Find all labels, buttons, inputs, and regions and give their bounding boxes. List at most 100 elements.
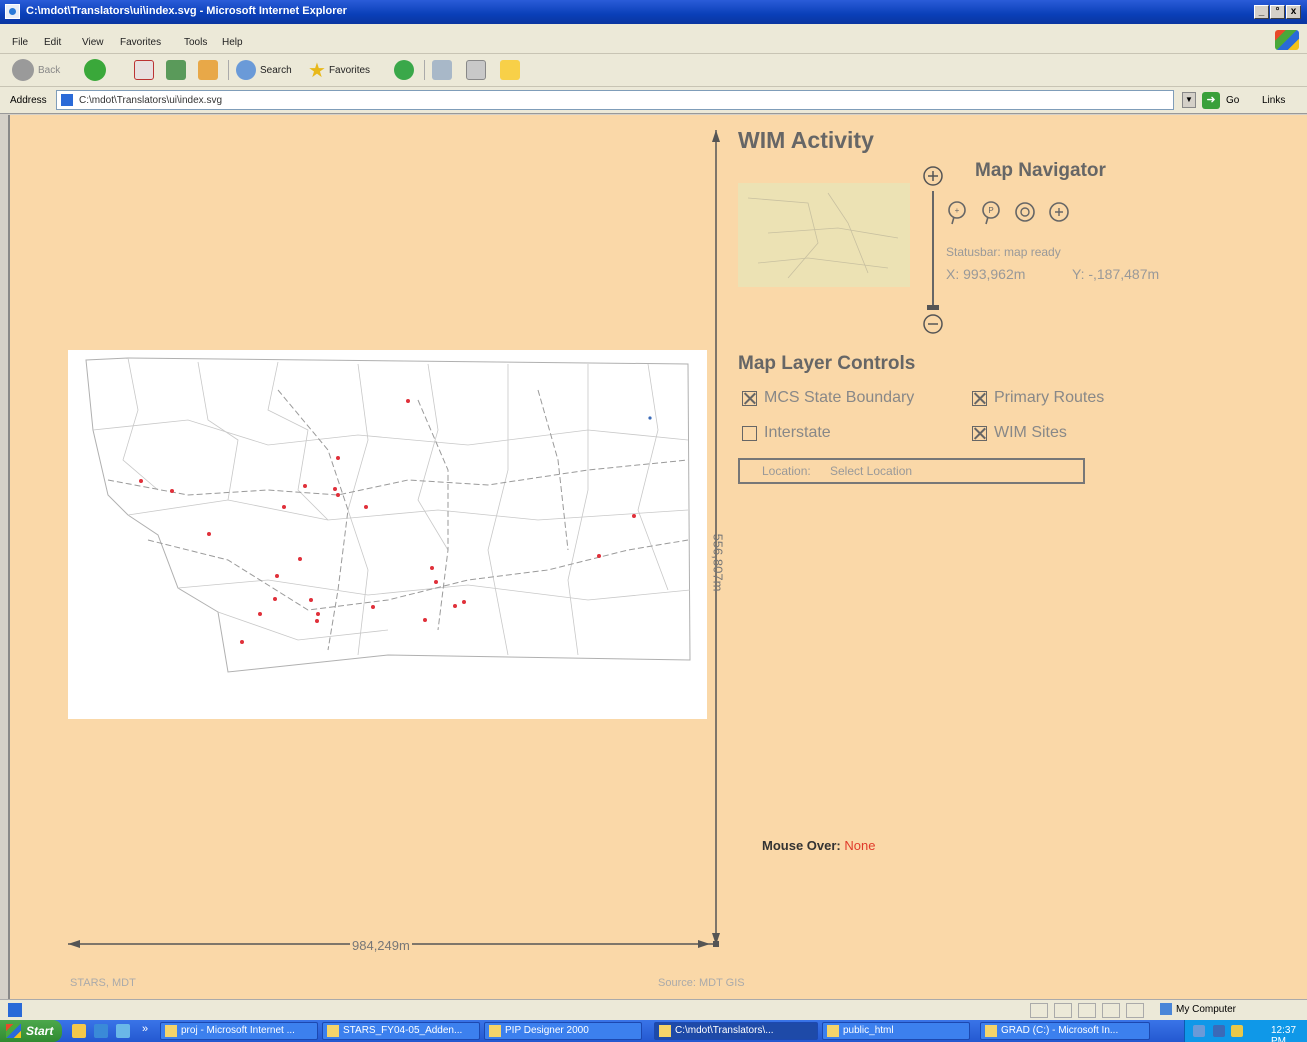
wim-site-marker[interactable] — [258, 612, 262, 616]
wim-site-marker[interactable] — [298, 557, 302, 561]
wim-site-marker[interactable] — [309, 598, 313, 602]
wim-site-marker[interactable] — [333, 487, 337, 491]
home-button[interactable] — [198, 59, 218, 81]
wim-site-marker[interactable] — [275, 574, 279, 578]
wim-sites-checkbox[interactable] — [972, 425, 987, 441]
wim-site-marker[interactable] — [336, 493, 340, 497]
print-button[interactable] — [466, 59, 486, 81]
antivirus-tray-icon[interactable] — [1213, 1025, 1225, 1037]
wim-site-marker[interactable] — [170, 489, 174, 493]
page-done-icon — [8, 1003, 22, 1017]
menu-edit[interactable]: Edit — [44, 37, 61, 48]
back-button[interactable]: Back — [12, 59, 60, 81]
wim-site-marker[interactable] — [434, 580, 438, 584]
wim-site-marker[interactable] — [462, 600, 466, 604]
wim-site-marker[interactable] — [406, 399, 410, 403]
menu-tools[interactable]: Tools — [184, 37, 207, 48]
wim-site-marker[interactable] — [207, 532, 211, 536]
menu-view[interactable]: View — [82, 37, 104, 48]
layer-mcs-state-boundary[interactable]: MCS State Boundary — [742, 389, 914, 407]
footer-credit-right: Source: MDT GIS — [658, 977, 745, 989]
clock: 12:37 PM — [1271, 1025, 1297, 1042]
recenter-tool-icon[interactable] — [1013, 200, 1037, 226]
taskbar: Start » proj - Microsoft Internet ... ST… — [0, 1020, 1307, 1042]
wim-site-marker[interactable] — [648, 416, 652, 420]
menu-favorites[interactable]: Favorites — [120, 37, 161, 48]
links-button[interactable]: Links — [1262, 95, 1285, 106]
close-button[interactable]: x — [1286, 5, 1301, 19]
wim-site-marker[interactable] — [430, 566, 434, 570]
mcs-state-boundary-checkbox[interactable] — [742, 390, 757, 406]
wim-site-marker[interactable] — [139, 479, 143, 483]
windows-logo-icon — [1275, 30, 1299, 50]
security-zone: My Computer — [1176, 1004, 1237, 1015]
address-dropdown-button[interactable]: ▼ — [1182, 92, 1196, 108]
show-desktop-icon[interactable] — [72, 1024, 86, 1038]
ie-quicklaunch-icon[interactable] — [94, 1024, 108, 1038]
wim-site-marker[interactable] — [303, 484, 307, 488]
start-button[interactable]: Start — [0, 1020, 62, 1042]
quicklaunch-more-icon[interactable]: » — [142, 1023, 148, 1035]
status-segment — [1102, 1003, 1120, 1018]
print-icon — [466, 60, 486, 80]
layer-wim-sites[interactable]: WIM Sites — [972, 424, 1067, 442]
layer-interstate[interactable]: Interstate — [742, 424, 831, 442]
wim-site-marker[interactable] — [423, 618, 427, 622]
overview-map[interactable] — [738, 183, 910, 287]
interstate-checkbox[interactable] — [742, 425, 757, 441]
back-label: Back — [38, 64, 61, 76]
taskbar-item[interactable]: PIP Designer 2000 — [484, 1022, 642, 1040]
favorites-star-icon: ★ — [308, 59, 326, 82]
map-svg — [85, 357, 691, 673]
zoom-in-tool-icon[interactable]: + — [945, 200, 969, 226]
taskbar-item[interactable]: proj - Microsoft Internet ... — [160, 1022, 318, 1040]
wim-site-marker[interactable] — [453, 604, 457, 608]
layer-primary-routes[interactable]: Primary Routes — [972, 389, 1104, 407]
mcs-state-boundary-label: MCS State Boundary — [764, 389, 915, 406]
media-quicklaunch-icon[interactable] — [116, 1024, 130, 1038]
montana-map[interactable] — [68, 350, 707, 719]
taskbar-item[interactable]: STARS_FY04-05_Adden... — [322, 1022, 480, 1040]
address-input[interactable]: C:\mdot\Translators\ui\index.svg — [56, 90, 1174, 110]
wim-site-marker[interactable] — [316, 612, 320, 616]
horizontal-scale-label: 984,249m — [350, 938, 412, 953]
menu-help[interactable]: Help — [222, 37, 243, 48]
wim-site-marker[interactable] — [240, 640, 244, 644]
pan-tool-icon[interactable]: P — [979, 200, 1003, 226]
system-tray: 12:37 PM — [1184, 1020, 1307, 1042]
full-extent-tool-icon[interactable] — [1047, 200, 1071, 226]
taskbar-item[interactable]: public_html — [822, 1022, 970, 1040]
wim-site-marker[interactable] — [597, 554, 601, 558]
svg-content-area: 556,807m 984,249m WIM Activity Map Navig… — [8, 115, 1307, 999]
mail-button[interactable] — [432, 59, 452, 81]
stop-icon — [134, 60, 154, 80]
history-button[interactable] — [394, 59, 414, 81]
go-arrow-icon[interactable]: ➜ — [1202, 92, 1220, 109]
interstate-label: Interstate — [764, 424, 831, 441]
wim-site-marker[interactable] — [282, 505, 286, 509]
wim-site-marker[interactable] — [632, 514, 636, 518]
favorites-button[interactable]: ★ Favorites — [308, 59, 370, 82]
network-tray-icon[interactable] — [1193, 1025, 1205, 1037]
menu-file[interactable]: File — [12, 37, 28, 48]
wim-site-marker[interactable] — [371, 605, 375, 609]
taskbar-item[interactable]: GRAD (C:) - Microsoft In... — [980, 1022, 1150, 1040]
forward-button[interactable] — [84, 59, 106, 81]
minimize-button[interactable]: _ — [1254, 5, 1269, 19]
maximize-button[interactable]: ° — [1270, 5, 1285, 19]
taskbar-item-active[interactable]: C:\mdot\Translators\... — [654, 1022, 818, 1040]
refresh-button[interactable] — [166, 59, 186, 81]
stop-button[interactable] — [134, 59, 154, 81]
wim-site-marker[interactable] — [315, 619, 319, 623]
search-button[interactable]: Search — [236, 59, 292, 81]
notes-button[interactable] — [500, 59, 520, 81]
go-button[interactable]: Go — [1226, 95, 1239, 106]
primary-routes-checkbox[interactable] — [972, 390, 987, 406]
speaker-tray-icon[interactable] — [1231, 1025, 1243, 1037]
navigator-status: Statusbar: map ready — [946, 245, 1061, 259]
wim-site-marker[interactable] — [336, 456, 340, 460]
location-select[interactable]: Location: Select Location — [738, 458, 1085, 484]
wim-site-marker[interactable] — [273, 597, 277, 601]
wim-site-marker[interactable] — [364, 505, 368, 509]
zoom-slider[interactable] — [922, 165, 944, 340]
